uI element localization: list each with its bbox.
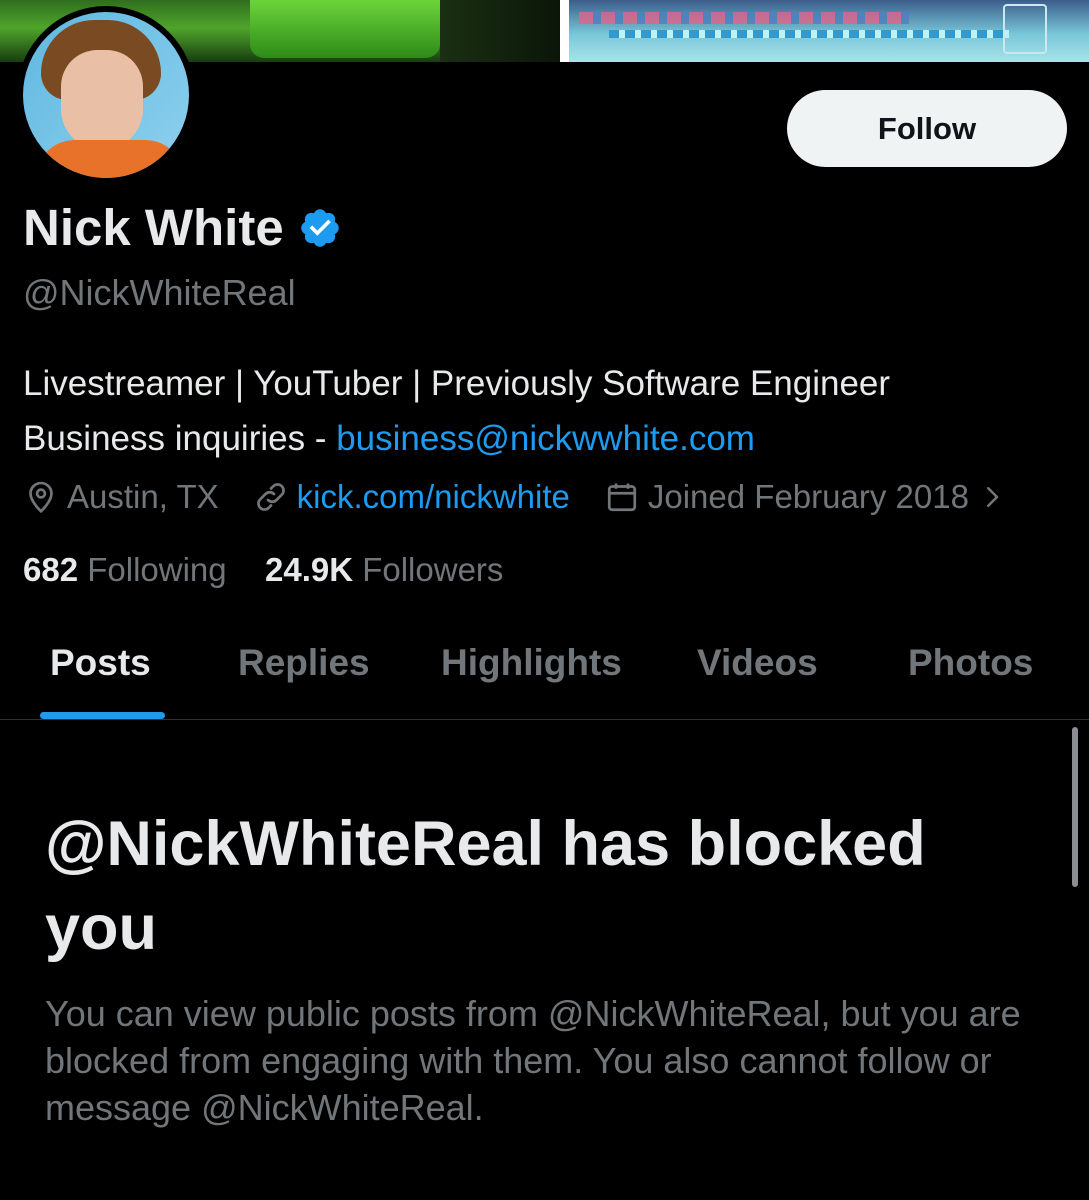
followers-count: 24.9K [264, 551, 354, 588]
tab-posts[interactable]: Posts [50, 642, 151, 684]
follow-button[interactable]: Follow [787, 90, 1067, 167]
avatar-image [23, 12, 189, 178]
blocked-title: @NickWhiteReal has blocked you [45, 809, 926, 963]
link-icon [256, 483, 285, 511]
profile-meta: Austin, TX kick.com/nickwhite Joined Feb… [23, 478, 1083, 516]
avatar-face [61, 50, 143, 150]
profile-avatar[interactable] [17, 6, 195, 184]
joined-text: Joined February 2018 [647, 478, 969, 515]
active-tab-indicator [40, 712, 165, 719]
profile-joined[interactable]: Joined February 2018 [604, 478, 1007, 516]
profile-tabs: Posts Replies Highlights Videos Photos [0, 620, 1089, 720]
banner-chip-shape [1003, 4, 1047, 54]
tab-highlights[interactable]: Highlights [441, 642, 622, 684]
bio-line-2-prefix: Business inquiries - [23, 419, 337, 458]
profile-stats: 682 Following 24.9K Followers [23, 551, 503, 589]
avatar-shirt [35, 140, 185, 178]
location-pin-icon [29, 481, 53, 514]
tabs-divider [0, 719, 1089, 720]
profile-name: Nick White [23, 198, 342, 257]
calendar-icon [607, 483, 636, 512]
banner-circuit-strip-2 [609, 30, 1009, 38]
profile-location: Austin, TX [23, 478, 219, 516]
following-label: Following [87, 551, 227, 588]
following-stat[interactable]: 682 Following [23, 551, 227, 588]
bio-line-2: Business inquiries - business@nickwwhite… [23, 411, 890, 466]
banner-image-right [569, 0, 1089, 62]
bio-line-1: Livestreamer | YouTuber | Previously Sof… [23, 364, 891, 403]
verified-badge-icon[interactable] [298, 206, 342, 250]
profile-name-text: Nick White [23, 199, 284, 256]
banner-divider [560, 0, 569, 62]
blocked-description: You can view public posts from @NickWhit… [45, 993, 1021, 1128]
banner-circuit-strip [579, 12, 909, 24]
tab-videos[interactable]: Videos [697, 642, 818, 684]
tab-replies[interactable]: Replies [238, 642, 370, 684]
followers-stat[interactable]: 24.9K Followers [265, 551, 503, 588]
website-link[interactable]: kick.com/nickwhite [297, 478, 570, 516]
followers-label: Followers [362, 551, 504, 588]
following-count: 682 [23, 551, 79, 588]
banner-dark-shape [440, 0, 560, 62]
profile-bio: Livestreamer | YouTuber | Previously Sof… [23, 356, 890, 466]
profile-website[interactable]: kick.com/nickwhite [253, 478, 570, 516]
location-text: Austin, TX [67, 478, 219, 515]
profile-handle: @NickWhiteReal [23, 272, 296, 313]
bio-email-link[interactable]: business@nickwwhite.com [336, 419, 755, 458]
banner-machine-shape [250, 0, 440, 58]
scrollbar[interactable] [1072, 727, 1078, 887]
tab-photos[interactable]: Photos [908, 642, 1033, 684]
chevron-right-icon[interactable] [977, 482, 1007, 512]
